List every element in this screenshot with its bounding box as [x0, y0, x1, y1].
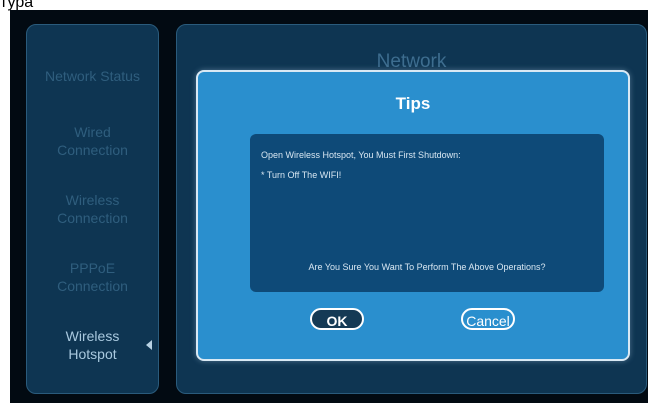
sidebar-item-label: Network Status: [45, 68, 140, 84]
sidebar-item-pppoe-connection[interactable]: PPPoE Connection: [27, 259, 158, 295]
sidebar-item-label: Connection: [57, 142, 128, 158]
sidebar-item-wired-connection[interactable]: Wired Connection: [27, 123, 158, 159]
sidebar-item-label: PPPoE: [69, 260, 116, 276]
sidebar-item-label: Wired: [74, 124, 111, 140]
confirm-question: Are You Sure You Want To Perform The Abo…: [308, 262, 546, 272]
cancel-button[interactable]: Cancel: [461, 308, 515, 330]
arrow-left-icon: [146, 340, 152, 350]
sidebar-item-label: Wireless: [65, 192, 120, 208]
device-screen: Network Status Wired Connection Wireless…: [10, 10, 648, 403]
dialog-title: Tips: [395, 94, 431, 113]
tips-dialog: Tips Open Wireless Hotspot, You Must Fir…: [196, 70, 630, 361]
sidebar-item-wireless-hotspot[interactable]: Wireless Hotspot: [27, 327, 158, 363]
sidebar-item-network-status[interactable]: Network Status: [27, 67, 158, 85]
sidebar-item-label: Wireless: [65, 328, 120, 344]
message-box: Open Wireless Hotspot, You Must First Sh…: [250, 134, 604, 292]
sidebar-item-label: Connection: [57, 210, 128, 226]
sidebar-item-label: Hotspot: [68, 346, 117, 362]
message-bullet: * Turn Off The WIFI!: [261, 170, 342, 180]
message-text: Open Wireless Hotspot, You Must First Sh…: [261, 150, 461, 160]
ok-button[interactable]: OK: [310, 308, 364, 330]
sidebar: Network Status Wired Connection Wireless…: [26, 24, 159, 394]
sidebar-item-wireless-connection[interactable]: Wireless Connection: [27, 191, 158, 227]
sidebar-item-label: Connection: [57, 278, 128, 294]
